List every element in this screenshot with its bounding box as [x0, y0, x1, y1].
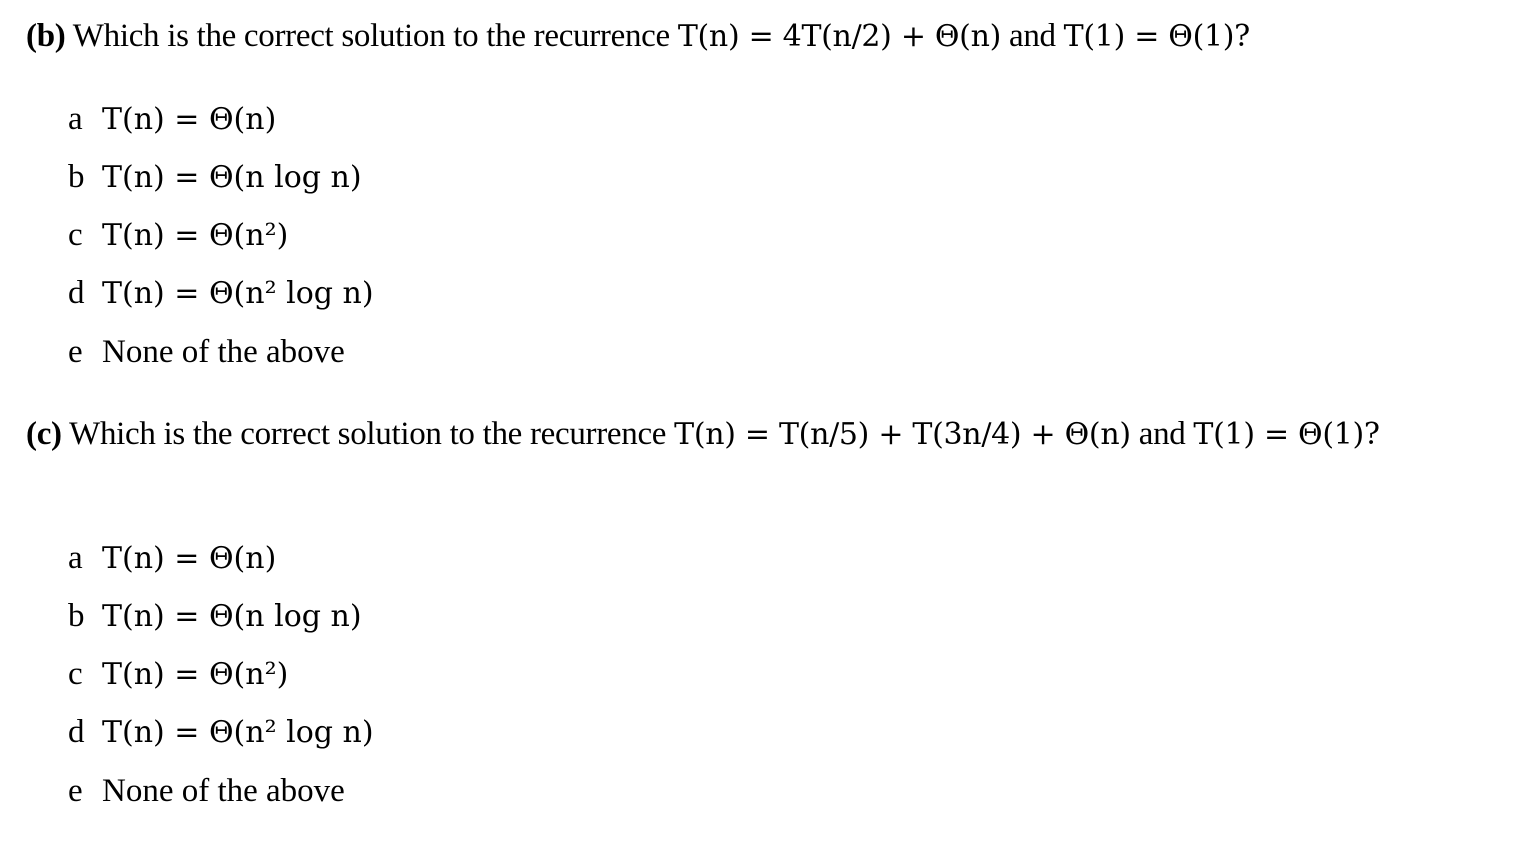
option-text: None of the above	[102, 773, 345, 809]
option-b[interactable]: b T(n) = Θ(n log n)	[68, 594, 362, 638]
option-formula: T(n) = Θ(n log n)	[102, 160, 362, 195]
question-c: (c) Which is the correct solution to the…	[26, 412, 1446, 457]
option-letter: a	[68, 101, 83, 137]
option-c[interactable]: c T(n) = Θ(n²)	[68, 213, 288, 257]
recurrence-formula: T(n) = T(n/5) + T(3n/4) + Θ(n)	[674, 417, 1131, 452]
option-formula: T(n) = Θ(n²)	[102, 218, 289, 253]
option-formula: T(n) = Θ(n)	[102, 102, 277, 137]
option-d[interactable]: d T(n) = Θ(n² log n)	[68, 710, 374, 754]
question-connector: and	[1008, 18, 1056, 54]
option-formula: T(n) = Θ(n log n)	[102, 599, 362, 634]
option-letter: b	[68, 159, 85, 195]
option-letter: b	[68, 598, 85, 634]
option-c[interactable]: c T(n) = Θ(n²)	[68, 652, 288, 696]
option-letter: c	[68, 656, 83, 692]
question-label: (c)	[26, 416, 62, 452]
option-letter: e	[68, 334, 83, 370]
option-text: None of the above	[102, 334, 345, 370]
question-prompt: Which is the correct solution to the rec…	[69, 416, 667, 452]
option-letter: a	[68, 540, 83, 576]
question-connector: and	[1138, 416, 1186, 452]
option-a[interactable]: a T(n) = Θ(n)	[68, 97, 276, 141]
option-letter: e	[68, 773, 83, 809]
option-formula: T(n) = Θ(n²)	[102, 657, 289, 692]
option-letter: d	[68, 275, 85, 311]
base-case-formula: T(1) = Θ(1)?	[1063, 19, 1251, 54]
option-d[interactable]: d T(n) = Θ(n² log n)	[68, 271, 374, 315]
base-case-formula: T(1) = Θ(1)?	[1193, 417, 1380, 452]
option-e[interactable]: e None of the above	[68, 330, 345, 374]
question-prompt: Which is the correct solution to the rec…	[72, 18, 670, 54]
option-formula: T(n) = Θ(n)	[102, 541, 277, 576]
question-label: (b)	[26, 18, 66, 54]
option-letter: d	[68, 714, 85, 750]
option-b[interactable]: b T(n) = Θ(n log n)	[68, 155, 362, 199]
option-e[interactable]: e None of the above	[68, 769, 345, 813]
option-formula: T(n) = Θ(n² log n)	[102, 715, 374, 750]
option-letter: c	[68, 217, 83, 253]
option-formula: T(n) = Θ(n² log n)	[102, 276, 374, 311]
question-b: (b) Which is the correct solution to the…	[26, 14, 1446, 59]
recurrence-formula: T(n) = 4T(n/2) + Θ(n)	[677, 19, 1002, 54]
option-a[interactable]: a T(n) = Θ(n)	[68, 536, 276, 580]
